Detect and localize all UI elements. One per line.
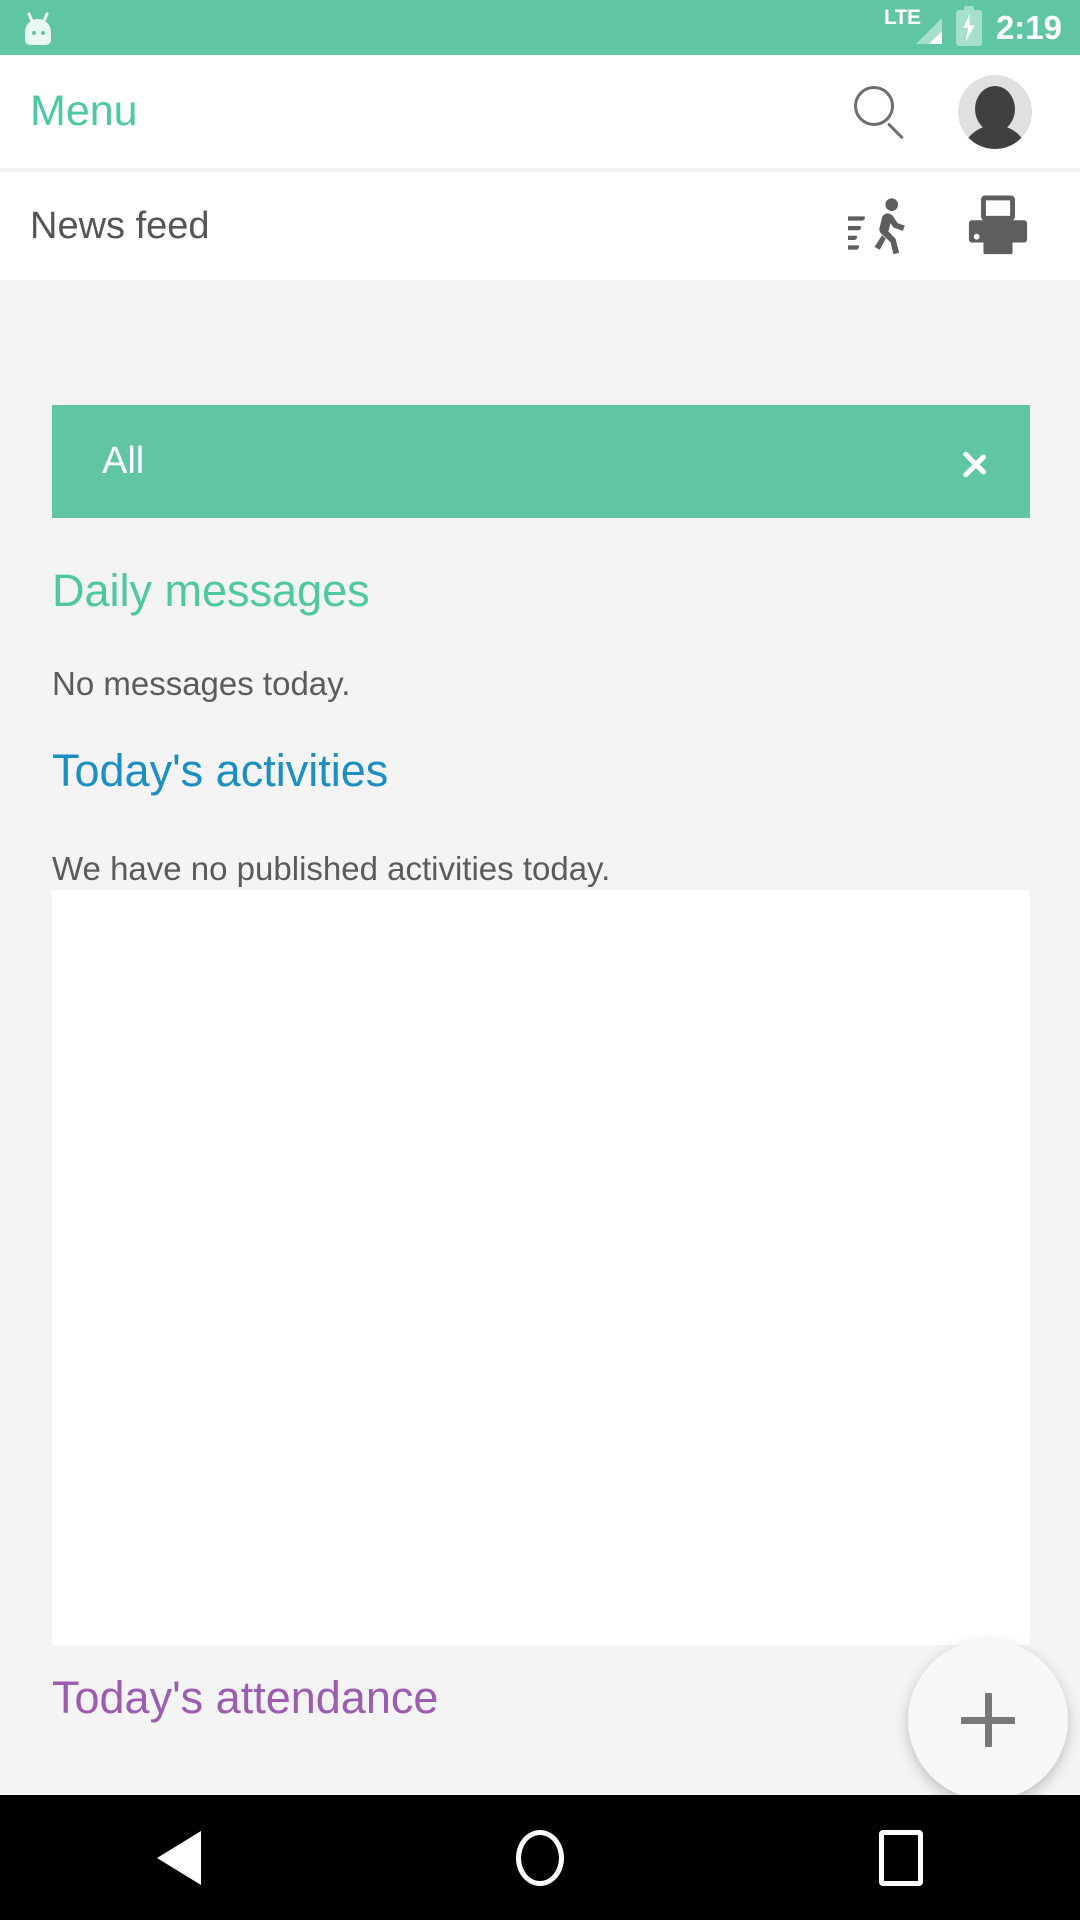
battery-charging-icon <box>955 5 982 46</box>
running-person-icon[interactable] <box>848 195 918 257</box>
status-bar-clock: 2:19 <box>995 8 1062 46</box>
section-title-daily-messages: Daily messages <box>52 565 370 616</box>
chevron-right-icon <box>960 436 990 488</box>
filter-all-row[interactable]: All <box>52 405 1030 518</box>
status-bar: LTE 2:19 <box>0 0 1080 55</box>
app-bar-actions <box>852 74 1032 149</box>
add-fab-button[interactable] <box>908 1640 1068 1800</box>
search-icon[interactable] <box>852 84 908 140</box>
avatar-icon[interactable] <box>958 74 1032 149</box>
android-head-icon <box>22 11 54 45</box>
page-title: News feed <box>30 204 210 247</box>
section-title-todays-activities: Today's activities <box>52 745 389 796</box>
section-body-daily-messages: No messages today. <box>52 665 351 702</box>
activities-content-card <box>52 890 1030 1645</box>
recents-square-icon[interactable] <box>878 1829 923 1886</box>
home-circle-icon[interactable] <box>515 1829 564 1886</box>
section-body-todays-activities: We have no published activities today. <box>52 850 611 887</box>
section-title-todays-attendance: Today's attendance <box>52 1672 439 1723</box>
signal-bars-icon: LTE <box>884 6 942 48</box>
app-bar: Menu <box>0 55 1080 168</box>
printer-icon[interactable] <box>964 195 1032 257</box>
plus-icon <box>961 1693 1015 1747</box>
filter-label: All <box>102 440 145 482</box>
status-bar-left <box>22 11 54 45</box>
menu-title[interactable]: Menu <box>30 87 138 136</box>
back-triangle-icon[interactable] <box>157 1830 202 1885</box>
sub-header-actions <box>848 195 1032 257</box>
sub-header: News feed <box>0 172 1080 280</box>
phone-screen: LTE 2:19 Menu News feed All Daily messag… <box>0 0 1080 1920</box>
status-bar-right: LTE 2:19 <box>884 5 1062 48</box>
android-nav-bar <box>0 1795 1080 1920</box>
